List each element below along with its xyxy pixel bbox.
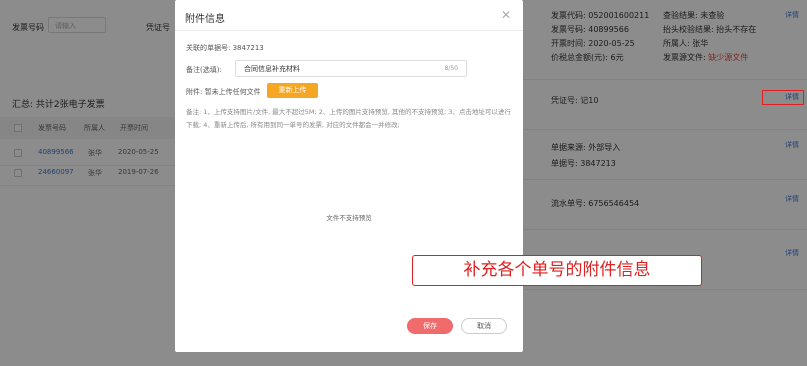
callout-annotation: 补充各个单号的附件信息 bbox=[412, 255, 702, 286]
save-button[interactable]: 保存 bbox=[407, 318, 453, 334]
attachment-status: 附件: 暂未上传任何文件 bbox=[186, 88, 261, 96]
upload-note: 备注: 1、上传支持图片/文件, 最大不超过5M; 2、上传的图片支持预览, 其… bbox=[186, 108, 511, 129]
close-icon[interactable]: ✕ bbox=[501, 8, 511, 22]
highlight-box bbox=[762, 90, 804, 105]
remark-value: 合同信息补充材料 bbox=[244, 65, 300, 73]
title-divider bbox=[175, 30, 523, 31]
reupload-button[interactable]: 重新上传 bbox=[267, 83, 318, 98]
cancel-button[interactable]: 取消 bbox=[461, 318, 507, 334]
remark-char-count: 8/50 bbox=[444, 65, 458, 72]
attachment-modal: 附件信息 ✕ 关联的单据号: 3847213 备注(选填): 合同信息补充材料 … bbox=[175, 0, 523, 352]
remark-label: 备注(选填): bbox=[186, 66, 222, 74]
related-doc-no: 关联的单据号: 3847213 bbox=[186, 44, 264, 52]
remark-input[interactable]: 合同信息补充材料 8/50 bbox=[235, 60, 467, 77]
preview-unsupported-text: 文件不支持预览 bbox=[326, 214, 372, 222]
modal-title: 附件信息 bbox=[185, 14, 225, 25]
